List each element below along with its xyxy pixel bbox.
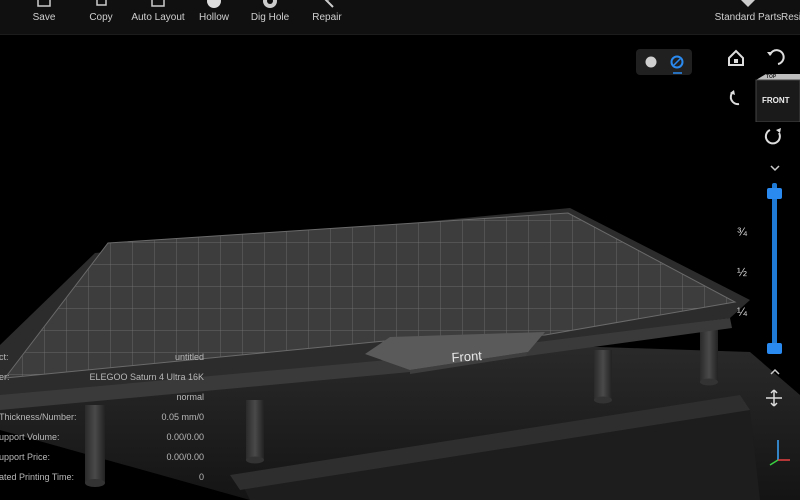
chevron-down-icon	[770, 165, 780, 172]
slider-fraction-half: ½	[737, 265, 748, 279]
resin-button[interactable]: Resi	[781, 0, 800, 34]
info-value: untitled	[174, 352, 204, 362]
save-icon	[37, 0, 51, 7]
standard-parts-button[interactable]: Standard Parts	[715, 0, 781, 34]
solid-shading-icon	[645, 56, 657, 68]
auto-layout-label: Auto Layout	[131, 12, 185, 23]
layer-down-button[interactable]	[763, 362, 787, 382]
top-toolbar: Save Copy Auto Layout Hollow Dig Hole Re…	[0, 0, 800, 35]
info-value: ELEGOO Saturn 4 Ultra 16K	[89, 372, 204, 382]
repair-label: Repair	[312, 12, 342, 23]
auto-layout-icon	[151, 0, 165, 7]
rotate-up-button[interactable]	[762, 124, 786, 148]
solid-render-button[interactable]	[638, 49, 666, 75]
3d-viewport[interactable]: Front TOP FRONT ¾ ½ ¼ ct: untitled er: E…	[0, 35, 800, 500]
rotate-down-button[interactable]	[724, 85, 748, 109]
info-value: 0.00/0.00	[166, 432, 204, 442]
move-tool-button[interactable]	[764, 388, 784, 408]
copy-icon	[96, 0, 107, 6]
view-cube-front-label: FRONT	[762, 96, 790, 105]
standard-parts-icon	[741, 0, 755, 7]
info-row-printer: er: ELEGOO Saturn 4 Ultra 16K	[0, 372, 204, 386]
resin-label: Resi	[781, 12, 800, 23]
info-key: upport Volume:	[0, 432, 60, 442]
info-row-profile: normal	[0, 392, 204, 406]
dig-hole-button[interactable]: Dig Hole	[250, 0, 290, 34]
info-row-support-price: upport Price: 0.00/0.00	[0, 452, 204, 466]
standard-parts-label: Standard Parts	[714, 12, 782, 23]
view-cube-top-label: TOP	[766, 74, 777, 80]
rotate-left-icon	[767, 49, 785, 65]
info-key: ct:	[0, 352, 9, 362]
info-value: normal	[176, 392, 204, 402]
save-label: Save	[32, 12, 56, 23]
auto-layout-button[interactable]: Auto Layout	[131, 0, 185, 34]
info-row-printing-time: ated Printing Time: 0	[0, 472, 204, 486]
render-mode-toggle	[636, 49, 692, 75]
hollow-button[interactable]: Hollow	[197, 0, 231, 34]
info-key: Thickness/Number:	[0, 412, 77, 422]
view-cube[interactable]: TOP FRONT	[752, 74, 800, 123]
info-value: 0.05 mm/0	[161, 412, 204, 422]
dig-hole-label: Dig Hole	[250, 12, 290, 23]
dig-hole-icon	[263, 0, 277, 8]
layer-up-button[interactable]	[763, 158, 787, 178]
hollow-icon	[207, 0, 221, 8]
rotate-down-icon	[729, 90, 740, 106]
layer-slider-track[interactable]	[772, 183, 777, 353]
info-value: 0.00/0.00	[166, 452, 204, 462]
rotate-up-icon	[764, 128, 781, 145]
info-row-layer-thickness: Thickness/Number: 0.05 mm/0	[0, 412, 204, 426]
info-row-project: ct: untitled	[0, 352, 204, 366]
layer-slider-top-handle[interactable]	[767, 188, 782, 199]
repair-icon	[324, 0, 334, 8]
repair-button[interactable]: Repair	[310, 0, 344, 34]
slider-fraction-three-quarters: ¾	[737, 225, 748, 239]
home-view-button[interactable]	[724, 46, 748, 70]
info-value: 0	[198, 472, 204, 482]
info-key: er:	[0, 372, 10, 382]
layer-slider-bottom-handle[interactable]	[767, 343, 782, 354]
chevron-up-icon	[770, 368, 780, 375]
copy-label: Copy	[89, 12, 113, 23]
save-button[interactable]: Save	[30, 0, 58, 34]
move-arrows-icon	[766, 389, 782, 407]
wireframe-render-button[interactable]	[664, 49, 692, 75]
build-plate-scene: Front	[0, 208, 800, 500]
rotate-left-button[interactable]	[762, 46, 786, 70]
front-tab-label: Front	[451, 348, 483, 365]
copy-button[interactable]: Copy	[86, 0, 116, 34]
wireframe-shading-icon	[670, 55, 684, 74]
hollow-label: Hollow	[198, 12, 229, 23]
info-key: upport Price:	[0, 452, 51, 462]
slider-fraction-quarter: ¼	[737, 305, 748, 319]
info-row-support-volume: upport Volume: 0.00/0.00	[0, 432, 204, 446]
info-key: ated Printing Time:	[0, 472, 75, 482]
home-icon	[728, 49, 744, 66]
